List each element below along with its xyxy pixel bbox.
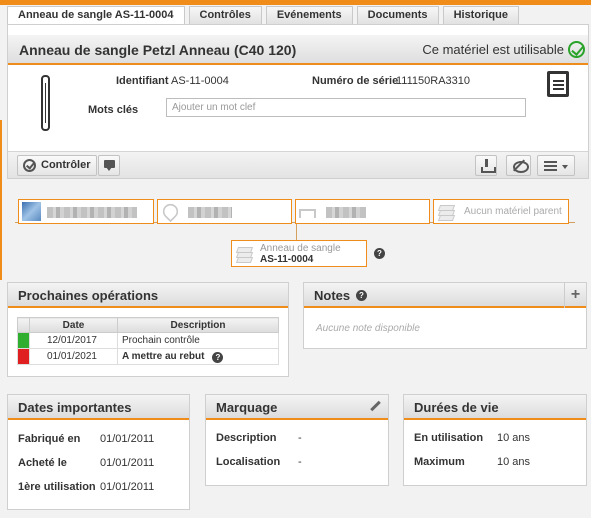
tab-documents[interactable]: Documents [356, 6, 439, 24]
operations-header: Prochaines opérations [8, 283, 288, 308]
status-text: Ce matériel est utilisable [422, 42, 564, 57]
notes-panel: Notes ? + Aucune note disponible [303, 282, 587, 349]
identifiant-value: AS-11-0004 [171, 75, 229, 87]
marquage-title: Marquage [216, 400, 278, 415]
top-accent-bar [0, 0, 591, 5]
redacted-text [326, 207, 366, 218]
date-label: Acheté le [18, 457, 67, 469]
redacted-text [47, 207, 137, 218]
org-chart-icon [299, 209, 316, 218]
pencil-icon[interactable] [370, 401, 381, 412]
document-icon[interactable] [547, 71, 569, 97]
organization-box[interactable] [295, 199, 430, 224]
operation-description: A mettre au rebut [122, 351, 205, 362]
check-circle-icon [568, 41, 585, 58]
identifiant-label: Identifiant [116, 75, 169, 87]
duree-label: En utilisation [414, 432, 484, 444]
marquage-label: Description [216, 432, 277, 444]
current-item-box[interactable]: Anneau de sangle AS-11-0004 [231, 240, 367, 267]
location-box[interactable] [157, 199, 292, 224]
hide-button[interactable] [506, 155, 531, 176]
durees-panel: Durées de vie En utilisation 10 ans Maxi… [403, 394, 587, 486]
durees-title: Durées de vie [414, 400, 499, 415]
tab-item[interactable]: Anneau de sangle AS-11-0004 [7, 6, 185, 25]
dates-header: Dates importantes [8, 395, 189, 420]
tab-bar: Anneau de sangle AS-11-0004 Contrôles Ev… [7, 6, 523, 25]
date-value: 01/01/2011 [100, 481, 155, 493]
operations-title: Prochaines opérations [18, 288, 159, 303]
control-button[interactable]: Contrôler [17, 155, 97, 176]
page-title: Anneau de sangle Petzl Anneau (C40 120) [19, 42, 297, 58]
notes-header: Notes ? + [304, 283, 586, 308]
menu-dropdown-button[interactable] [537, 155, 575, 176]
tab-evenements[interactable]: Evénements [265, 6, 353, 24]
date-label: 1ère utilisation [18, 481, 96, 493]
operation-description: Prochain contrôle [117, 332, 279, 349]
current-item-id: AS-11-0004 [260, 254, 314, 265]
download-button[interactable] [475, 155, 497, 176]
duree-value: 10 ans [497, 432, 531, 444]
site-photo [22, 202, 41, 221]
item-header: Anneau de sangle Petzl Anneau (C40 120) … [8, 35, 588, 65]
status-color-green [17, 332, 30, 349]
help-icon[interactable]: ? [374, 248, 385, 259]
current-item-type: Anneau de sangle [260, 243, 341, 254]
redacted-text [188, 207, 232, 218]
location-site-box[interactable] [18, 199, 154, 224]
date-label: Fabriqué en [18, 433, 81, 445]
add-note-button[interactable]: + [564, 283, 586, 308]
control-button-label: Contrôler [41, 159, 91, 171]
duree-value: 10 ans [497, 456, 531, 468]
operations-table: Date Description 12/01/2017 Prochain con… [17, 317, 279, 365]
marquage-header: Marquage [206, 395, 388, 420]
dates-title: Dates importantes [18, 400, 132, 415]
parent-item-label: Aucun matériel parent [464, 206, 562, 217]
help-icon[interactable]: ? [356, 290, 367, 301]
serial-label: Numéro de série [312, 75, 399, 87]
table-row[interactable]: 01/01/2021 A mettre au rebut? [17, 348, 279, 365]
hierarchy-connector-vertical [296, 222, 297, 240]
keywords-input[interactable] [166, 98, 526, 117]
help-icon[interactable]: ? [212, 352, 224, 363]
durees-header: Durées de vie [404, 395, 586, 420]
column-header: Description [117, 317, 279, 333]
status-color-red [17, 348, 30, 365]
serial-value: 111150RA3310 [396, 75, 471, 87]
action-toolbar: Contrôler [8, 151, 588, 178]
keywords-label: Mots clés [88, 104, 139, 116]
check-icon [23, 159, 36, 172]
column-header: Date [29, 317, 118, 333]
notes-title: Notes [314, 288, 351, 303]
date-value: 01/01/2011 [100, 433, 155, 445]
operation-description-cell: A mettre au rebut? [117, 348, 279, 365]
comment-button[interactable] [98, 155, 120, 176]
marquage-label: Localisation [216, 456, 281, 468]
dates-panel: Dates importantes Fabriqué en 01/01/2011… [7, 394, 190, 510]
layers-icon [437, 203, 456, 222]
operation-date: 12/01/2017 [29, 332, 118, 349]
operations-panel: Prochaines opérations Date Description 1… [7, 282, 289, 377]
map-pin-icon [159, 200, 182, 223]
left-accent-bar [0, 120, 2, 280]
tab-historique[interactable]: Historique [442, 6, 519, 24]
parent-item-box[interactable]: Aucun matériel parent [433, 199, 569, 224]
table-row[interactable]: 12/01/2017 Prochain contrôle [17, 332, 279, 349]
operation-date: 01/01/2021 [29, 348, 118, 365]
date-value: 01/01/2011 [100, 457, 155, 469]
item-summary-panel: Anneau de sangle Petzl Anneau (C40 120) … [7, 24, 589, 179]
item-thumbnail [41, 75, 50, 131]
duree-label: Maximum [414, 456, 465, 468]
marquage-panel: Marquage Description - Localisation - [205, 394, 389, 486]
notes-empty-text: Aucune note disponible [316, 323, 420, 334]
marquage-value: - [298, 432, 302, 444]
tab-controles[interactable]: Contrôles [188, 6, 262, 24]
layers-icon [235, 244, 254, 263]
table-header-row: Date Description [17, 317, 279, 333]
color-column-header [17, 317, 30, 333]
marquage-value: - [298, 456, 302, 468]
